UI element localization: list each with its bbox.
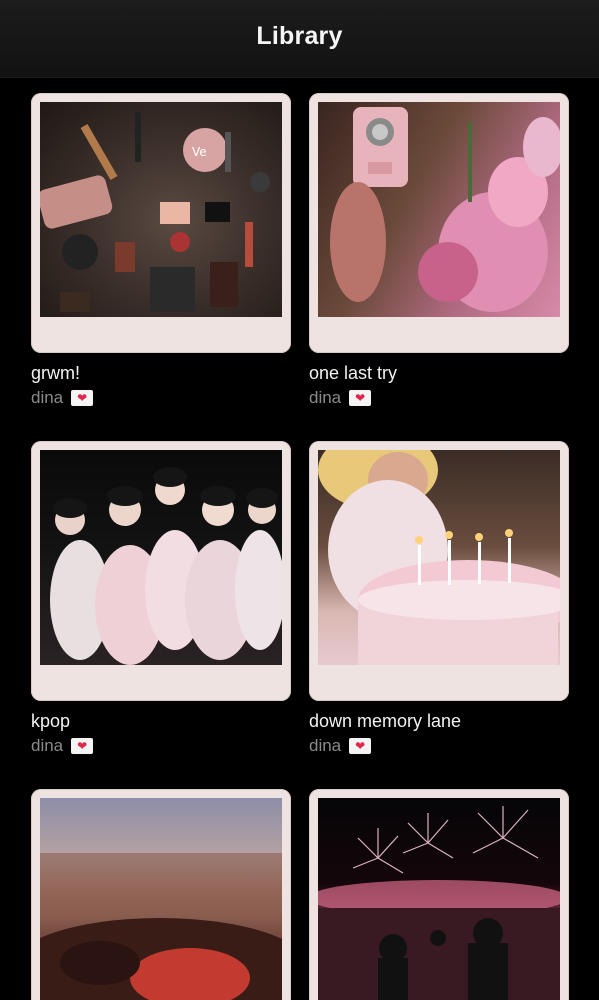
playlist-title[interactable]: grwm!	[31, 363, 80, 384]
playlist-cover-frame[interactable]	[31, 441, 291, 701]
heart-icon: ❤	[349, 738, 372, 754]
playlist-author: dina	[31, 388, 64, 407]
playlist-cover-image[interactable]: Ve	[40, 102, 282, 317]
playlist-author: dina	[309, 736, 342, 755]
playlist-cover-image[interactable]	[318, 450, 560, 665]
playlist-cover-image[interactable]	[40, 450, 282, 665]
heart-icon: ❤	[349, 390, 372, 406]
playlist-cover-image[interactable]	[318, 798, 560, 1000]
page-title: Library	[256, 22, 343, 50]
heart-icon: ❤	[71, 390, 94, 406]
playlist-card[interactable]	[309, 789, 569, 1000]
svg-text:Ve: Ve	[192, 145, 207, 159]
top-bar: Library	[0, 0, 599, 78]
playlist-title[interactable]: kpop	[31, 711, 70, 732]
playlist-cover-frame[interactable]	[309, 789, 569, 1000]
playlist-cover-frame[interactable]: Ve	[31, 93, 291, 353]
playlist-title[interactable]: down memory lane	[309, 711, 461, 732]
playlist-card[interactable]: Ve grwm! dina ❤	[31, 93, 291, 407]
playlist-cover-frame[interactable]	[309, 441, 569, 701]
playlist-card[interactable]	[31, 789, 291, 1000]
playlist-meta: dina ❤	[309, 736, 372, 756]
playlist-cover-image[interactable]	[40, 798, 282, 1000]
playlist-author: dina	[31, 736, 64, 755]
playlist-meta: dina ❤	[31, 388, 94, 408]
playlist-author: dina	[309, 388, 342, 407]
playlist-meta: dina ❤	[309, 388, 372, 408]
heart-icon: ❤	[71, 738, 94, 754]
playlist-card[interactable]: one last try dina ❤	[309, 93, 569, 407]
playlist-card[interactable]: down memory lane dina ❤	[309, 441, 569, 755]
playlist-cover-frame[interactable]	[309, 93, 569, 353]
playlist-meta: dina ❤	[31, 736, 94, 756]
library-screen: Library Ve grwm! dina ❤ one last try din…	[0, 0, 599, 1000]
playlist-cover-image[interactable]	[318, 102, 560, 317]
playlist-card[interactable]: kpop dina ❤	[31, 441, 291, 755]
playlist-cover-frame[interactable]	[31, 789, 291, 1000]
playlist-title[interactable]: one last try	[309, 363, 397, 384]
